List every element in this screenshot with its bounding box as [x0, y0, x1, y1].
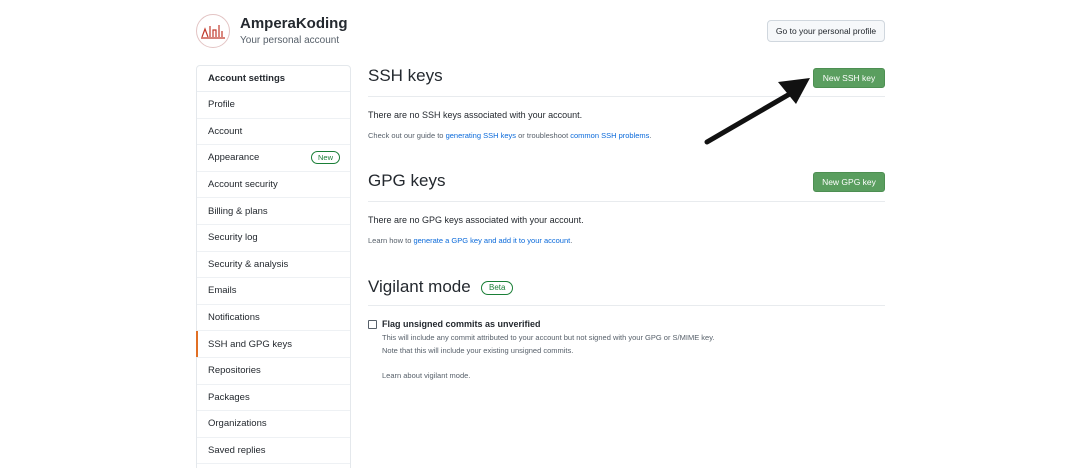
sidebar-item-label: Appearance	[208, 152, 260, 164]
hint-text: .	[649, 131, 652, 140]
arrow-annotation-icon	[704, 78, 810, 145]
sidebar-item-label: Saved replies	[208, 445, 266, 457]
sidebar-item-label: Account	[208, 125, 243, 137]
sidebar-item-billing[interactable]: Billing & plans	[197, 198, 350, 225]
new-badge: New	[310, 151, 340, 165]
sidebar-item-label: Security log	[208, 232, 258, 244]
learn-vigilant-mode-link[interactable]: Learn about vigilant mode.	[382, 371, 470, 380]
sidebar-item-label: Account security	[208, 179, 278, 191]
sidebar-item-label: Notifications	[208, 312, 260, 324]
sidebar-item-packages[interactable]: Packages	[197, 385, 350, 412]
vigilant-description-line1: This will include any commit attributed …	[382, 333, 715, 342]
hint-text: Learn how to	[368, 236, 414, 245]
account-subtitle: Your personal account	[240, 34, 340, 46]
sidebar-item-ssh-gpg-keys[interactable]: SSH and GPG keys	[196, 331, 350, 358]
sidebar-item-label: Profile	[208, 99, 235, 111]
ssh-empty-message: There are no SSH keys associated with yo…	[368, 110, 583, 120]
hint-text: or troubleshoot	[516, 131, 571, 140]
avatar[interactable]	[196, 14, 230, 48]
gpg-keys-title: GPG keys	[368, 171, 446, 190]
gpg-hint: Learn how to generate a GPG key and add …	[368, 236, 572, 245]
sidebar-heading: Account settings	[197, 66, 350, 92]
account-header: AmperaKoding Your personal account	[196, 14, 348, 48]
settings-sidebar: Account settings Profile Account Appeara…	[196, 65, 351, 468]
sidebar-item-saved-replies[interactable]: Saved replies	[197, 438, 350, 465]
flag-unsigned-commits-label[interactable]: Flag unsigned commits as unverified	[382, 319, 541, 329]
sidebar-item-account-security[interactable]: Account security	[197, 172, 350, 199]
sidebar-item-security-log[interactable]: Security log	[197, 225, 350, 252]
sidebar-item-label: SSH and GPG keys	[208, 338, 292, 350]
divider	[368, 305, 885, 306]
common-ssh-problems-link[interactable]: common SSH problems	[570, 131, 649, 140]
hint-text: Check out our guide to	[368, 131, 446, 140]
sidebar-item-notifications[interactable]: Notifications	[197, 305, 350, 332]
sidebar-item-label: Billing & plans	[208, 205, 268, 217]
sidebar-item-repositories[interactable]: Repositories	[197, 358, 350, 385]
settings-page: AmperaKoding Your personal account Go to…	[0, 0, 1080, 468]
avatar-logo-icon	[201, 25, 225, 39]
sidebar-item-security-analysis[interactable]: Security & analysis	[197, 252, 350, 279]
sidebar-item-appearance[interactable]: Appearance New	[197, 145, 350, 172]
sidebar-item-organizations[interactable]: Organizations	[197, 411, 350, 438]
sidebar-item-label: Packages	[208, 391, 250, 403]
sidebar-item-profile[interactable]: Profile	[197, 92, 350, 119]
gpg-empty-message: There are no GPG keys associated with yo…	[368, 215, 584, 225]
go-to-profile-button[interactable]: Go to your personal profile	[767, 20, 885, 42]
sidebar-item-label: Organizations	[208, 418, 267, 430]
generating-ssh-keys-link[interactable]: generating SSH keys	[446, 131, 516, 140]
account-name[interactable]: AmperaKoding	[240, 15, 348, 33]
generate-gpg-key-link[interactable]: generate a GPG key and add it to your ac…	[413, 236, 570, 245]
vigilant-description-line2: Note that this will include your existin…	[382, 346, 574, 355]
ssh-hint: Check out our guide to generating SSH ke…	[368, 131, 652, 140]
sidebar-item-label: Repositories	[208, 365, 261, 377]
account-info: AmperaKoding Your personal account	[240, 15, 348, 48]
flag-unsigned-commits-checkbox[interactable]	[368, 320, 377, 329]
hint-text: .	[570, 236, 573, 245]
sidebar-item-label: Security & analysis	[208, 258, 289, 270]
new-ssh-key-button[interactable]: New SSH key	[813, 68, 885, 88]
sidebar-item-account[interactable]: Account	[197, 119, 350, 146]
beta-badge: Beta	[481, 281, 514, 295]
ssh-keys-title: SSH keys	[368, 66, 443, 85]
new-gpg-key-button[interactable]: New GPG key	[813, 172, 885, 192]
vigilant-mode-title: Vigilant mode	[368, 277, 471, 296]
sidebar-item-label: Emails	[208, 285, 237, 297]
divider	[368, 201, 885, 202]
sidebar-item-emails[interactable]: Emails	[197, 278, 350, 305]
